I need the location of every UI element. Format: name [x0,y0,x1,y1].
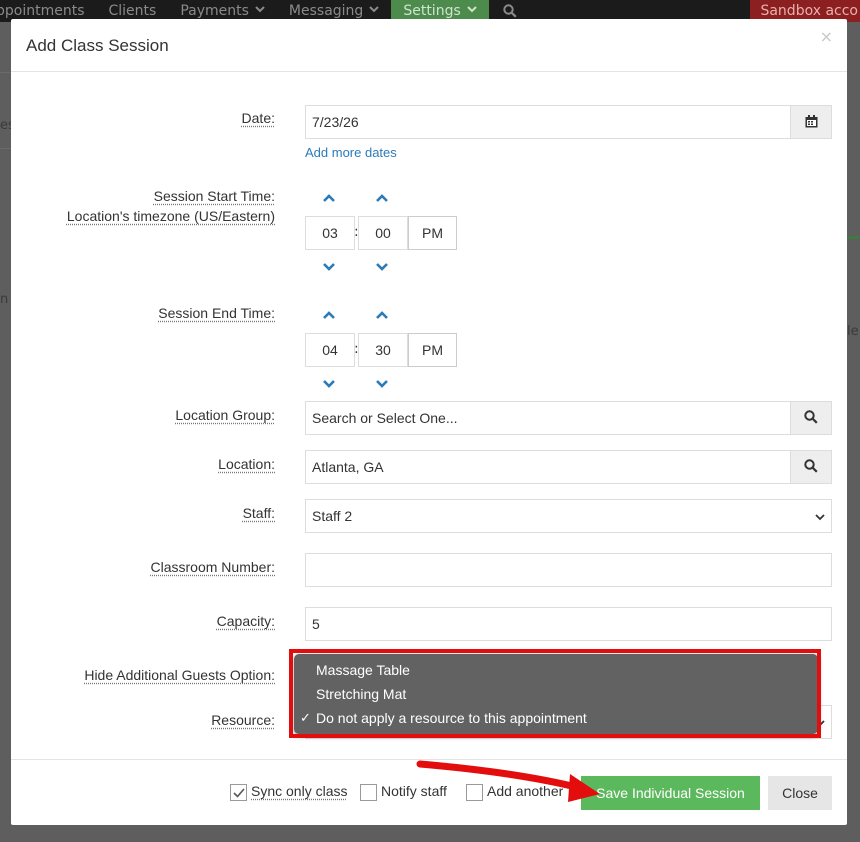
calendar-icon [805,113,818,132]
background-text: n [0,292,8,307]
hour-down-chevron-icon[interactable] [321,260,337,272]
minute-up-chevron-icon[interactable] [374,192,390,204]
start-minute-input[interactable]: 00 [358,216,408,250]
search-icon [804,458,818,477]
capacity-label: Capacity: [217,613,275,629]
location-group-label: Location Group: [175,407,275,423]
resource-label: Resource: [211,712,275,728]
location-input[interactable]: Atlanta, GA [305,450,791,484]
chevron-down-icon [815,508,825,524]
search-icon [804,409,818,428]
staff-select-value: Staff 2 [312,508,352,524]
capacity-input[interactable]: 5 [305,607,832,641]
calendar-button[interactable] [790,105,832,139]
location-search-button[interactable] [790,450,832,484]
hide-additional-guests-label: Hide Additional Guests Option: [84,667,275,683]
background-divider [0,72,11,73]
staff-select[interactable]: Staff 2 [305,499,832,533]
minute-down-chevron-icon[interactable] [374,377,390,389]
start-meridiem-toggle[interactable]: PM [408,216,457,250]
location-label: Location: [218,456,275,472]
sync-only-class-checkbox[interactable] [230,784,247,801]
add-more-dates-link[interactable]: Add more dates [305,145,397,160]
chevron-down-icon [467,6,477,16]
hour-up-chevron-icon[interactable] [321,309,337,321]
minute-up-chevron-icon[interactable] [374,309,390,321]
hour-up-chevron-icon[interactable] [321,192,337,204]
close-button[interactable]: Close [768,776,832,810]
background-accent [847,236,859,239]
chevron-down-icon [369,6,379,16]
staff-label: Staff: [243,505,275,521]
minute-down-chevron-icon[interactable] [374,260,390,272]
hour-down-chevron-icon[interactable] [321,377,337,389]
classroom-number-input[interactable] [305,553,832,587]
date-input[interactable]: 7/23/26 [305,105,791,139]
modal-title: Add Class Session [26,36,169,56]
session-start-time-label: Session Start Time: [154,188,275,204]
annotation-arrow-icon [410,752,610,802]
background-divider [0,148,11,149]
close-icon[interactable]: × [820,27,833,46]
annotation-highlight-box [289,649,821,738]
date-label: Date: [242,110,275,126]
sync-only-class-label[interactable]: Sync only class [251,783,347,799]
chevron-down-icon [255,6,265,16]
session-end-time-label: Session End Time: [158,305,275,321]
end-meridiem-toggle[interactable]: PM [408,333,457,367]
start-hour-input[interactable]: 03 [305,216,355,250]
classroom-number-label: Classroom Number: [151,559,275,575]
timezone-label: Location's timezone (US/Eastern) [67,208,275,224]
notify-staff-checkbox[interactable] [360,784,377,801]
location-group-input[interactable]: Search or Select One... [305,401,791,435]
location-group-search-button[interactable] [790,401,832,435]
end-minute-input[interactable]: 30 [358,333,408,367]
modal-header: Add Class Session × [11,19,847,72]
background-text: le [847,324,859,339]
end-hour-input[interactable]: 04 [305,333,355,367]
